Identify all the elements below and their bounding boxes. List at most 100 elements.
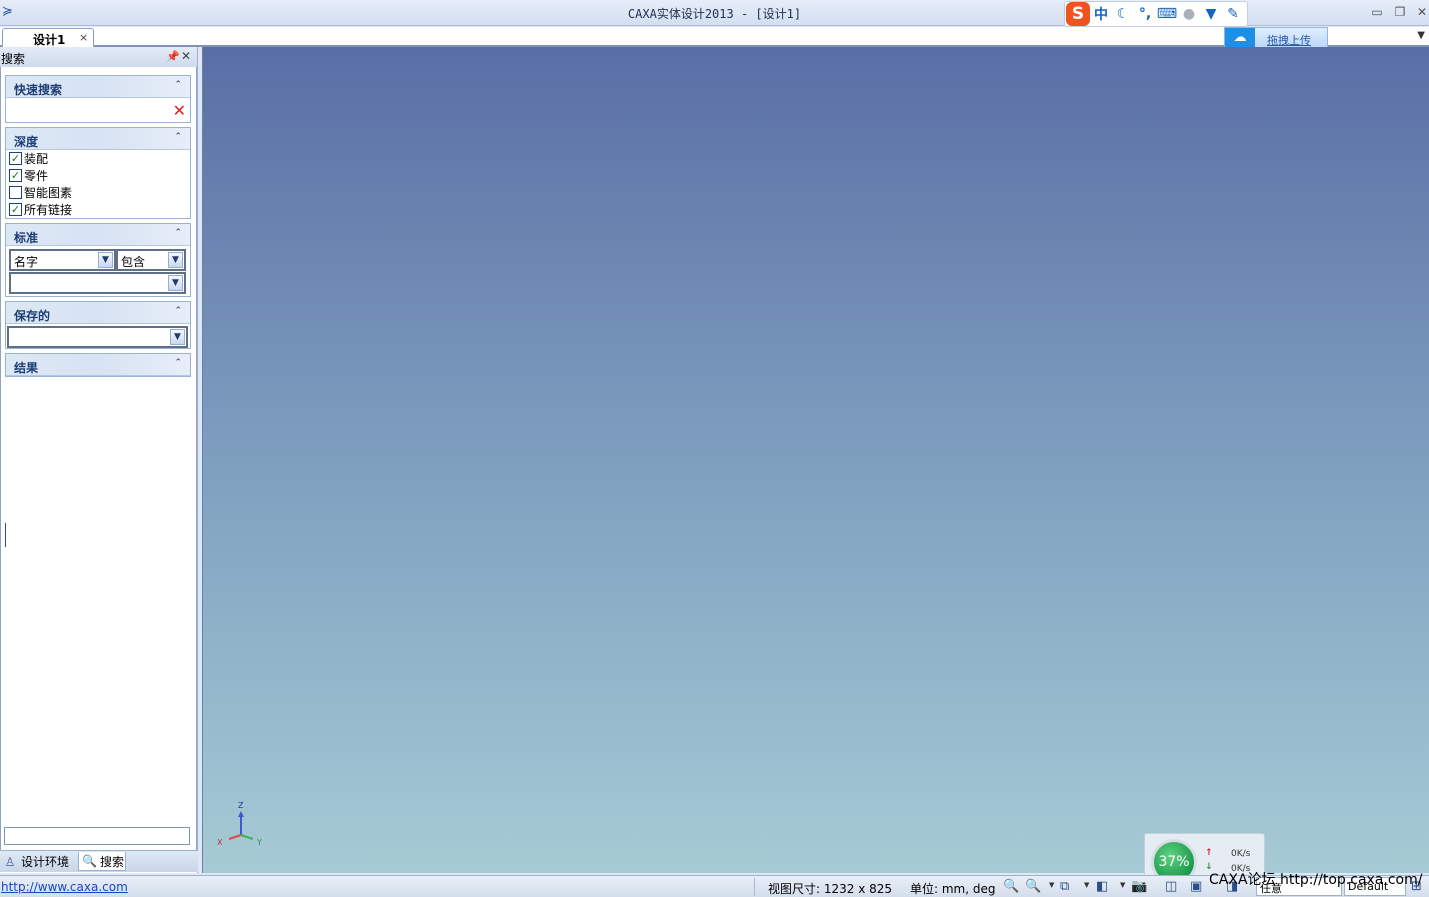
checkbox-checked[interactable]: ✓ (9, 203, 22, 216)
x-axis-line (228, 834, 242, 840)
close-button[interactable]: ✕ (1414, 4, 1429, 20)
option-label: 零件 (24, 169, 49, 183)
restore-button[interactable]: ❐ (1392, 4, 1408, 20)
tab-design1[interactable]: 设计1 × (2, 28, 94, 47)
tab-label: 搜索 (100, 854, 125, 869)
criteria-value-combo[interactable]: ▼ (9, 272, 186, 294)
x-axis-label: X (217, 838, 223, 847)
results-header[interactable]: 结果 ⌃ (6, 354, 190, 376)
field-select-value: 名字 (14, 255, 39, 269)
tab-list-dropdown-icon[interactable]: ▼ (1417, 30, 1425, 41)
user-icon[interactable]: ● (1178, 6, 1200, 22)
chevron-down-icon[interactable]: ▼ (168, 252, 183, 268)
search-icon: 🔍 (82, 854, 97, 868)
design-env-icon: ♙ (4, 854, 16, 869)
chevron-down-icon[interactable]: ▼ (1049, 881, 1054, 889)
depth-group: 深度 ⌃ ✓ 装配 ✓ 零件 智能图素 ✓ 所有链接 (5, 127, 191, 219)
zoom-fit-icon[interactable]: 🔍 (1003, 879, 1019, 894)
checkbox-checked[interactable]: ✓ (9, 152, 22, 165)
group-title: 快速搜索 (14, 83, 63, 97)
group-title: 标准 (14, 231, 39, 245)
ime-toolbar: S 中 ☾ °, ⌨ ● ▼ ✎ (1064, 1, 1248, 27)
text-cursor (5, 523, 6, 547)
chevron-down-icon[interactable]: ▼ (1084, 881, 1089, 889)
group-title: 保存的 (14, 309, 51, 323)
field-select[interactable]: 名字 ▼ (9, 249, 116, 271)
document-tab-bar: 设计1 × ▼ (0, 27, 1429, 47)
view-orient-icon[interactable]: ⧉ (1060, 879, 1069, 894)
criteria-header[interactable]: 标准 ⌃ (6, 224, 190, 246)
saved-header[interactable]: 保存的 ⌃ (6, 302, 190, 324)
zoom-icon[interactable]: 🔍 (1025, 879, 1041, 894)
collapse-icon[interactable]: ⌃ (174, 306, 182, 316)
sogou-logo-icon[interactable]: S (1066, 2, 1090, 26)
chevron-down-icon[interactable]: ▼ (98, 252, 113, 268)
collapse-icon[interactable]: ⌃ (174, 228, 182, 238)
panel-tab-bar: ♙ 设计环境 🔍 搜索 (0, 850, 198, 872)
minimize-button[interactable]: ▭ (1369, 4, 1385, 20)
option-label: 智能图素 (24, 186, 73, 200)
checkbox-unchecked[interactable] (9, 186, 22, 199)
moon-icon[interactable]: ☾ (1112, 6, 1134, 22)
z-axis-label: Z (238, 801, 244, 810)
render-style-icon[interactable]: ◧ (1096, 879, 1108, 894)
quick-search-header[interactable]: 快速搜索 ⌃ (6, 76, 190, 98)
collapse-icon[interactable]: ⌃ (174, 132, 182, 142)
settings-icon[interactable]: ✎ (1222, 6, 1244, 22)
cube-icon[interactable]: ◫ (1165, 879, 1177, 894)
units-readout: 单位: mm, deg (910, 882, 996, 896)
pin-icon[interactable]: 📌 (166, 50, 180, 63)
chevron-down-icon[interactable]: ▼ (170, 329, 185, 345)
cloud-icon: ☁ (1225, 28, 1255, 48)
quick-search-group: 快速搜索 ⌃ ✕ (5, 75, 191, 123)
panel-title: 搜索 (1, 52, 26, 66)
depth-option-part[interactable]: ✓ 零件 (6, 167, 190, 184)
view-size-readout: 视图尺寸: 1232 x 825 (768, 882, 893, 896)
punctuation-icon[interactable]: °, (1134, 6, 1156, 22)
collapse-icon[interactable]: ⌃ (174, 358, 182, 368)
panel-body: 快速搜索 ⌃ ✕ 深度 ⌃ ✓ 装配 ✓ 零件 智能图素 ✓ 所有链接 标准 ⌃… (0, 67, 197, 851)
search-panel: 搜索 📌 ✕ 快速搜索 ⌃ ✕ 深度 ⌃ ✓ 装配 ✓ 零件 智能图素 ✓ 所有… (0, 47, 198, 873)
operator-select[interactable]: 包含 ▼ (116, 249, 186, 271)
y-axis-label: Y (256, 838, 262, 847)
collapse-icon[interactable]: ⌃ (174, 80, 182, 90)
option-label: 所有链接 (24, 203, 73, 217)
tab-label: 设计1 (33, 33, 66, 47)
website-link[interactable]: http://www.caxa.com (1, 880, 128, 894)
upload-label[interactable]: 拖拽上传 (1267, 32, 1311, 48)
chevron-down-icon[interactable]: ▼ (1120, 881, 1125, 889)
keyboard-icon[interactable]: ⌨ (1156, 6, 1178, 22)
status-divider (754, 878, 755, 896)
operator-select-value: 包含 (121, 255, 146, 269)
clear-search-icon[interactable]: ✕ (173, 103, 186, 119)
tab-label: 设计环境 (21, 855, 70, 869)
upload-rate: 0K/s (1231, 849, 1251, 859)
quick-search-input[interactable] (8, 101, 168, 119)
checkbox-checked[interactable]: ✓ (9, 169, 22, 182)
option-label: 装配 (24, 152, 49, 166)
skin-icon[interactable]: ▼ (1200, 6, 1222, 22)
depth-header[interactable]: 深度 ⌃ (6, 128, 190, 150)
z-axis-arrow (238, 811, 244, 817)
depth-option-all-links[interactable]: ✓ 所有链接 (6, 201, 190, 218)
ime-mode-toggle[interactable]: 中 (1090, 4, 1112, 24)
depth-option-assembly[interactable]: ✓ 装配 (6, 150, 190, 167)
display-mode-icon[interactable]: ▣ (1190, 879, 1202, 894)
camera-icon[interactable]: 📷 (1131, 879, 1147, 894)
tab-design-environment[interactable]: ♙ 设计环境 (0, 852, 76, 871)
tab-search[interactable]: 🔍 搜索 (78, 852, 126, 871)
criteria-group: 标准 ⌃ 名字 ▼ 包含 ▼ ▼ (5, 223, 191, 297)
chevron-down-icon[interactable]: ▼ (168, 275, 183, 291)
results-filter-input[interactable] (4, 827, 190, 845)
panel-close-icon[interactable]: ✕ (181, 49, 191, 63)
tab-close-icon[interactable]: × (79, 31, 88, 44)
group-title: 结果 (14, 361, 39, 375)
axis-triad: Z X Y (217, 801, 262, 847)
design-viewport[interactable]: Z X Y (202, 47, 1429, 873)
saved-search-select[interactable]: ▼ (7, 326, 188, 348)
panel-header: 搜索 📌 ✕ (0, 47, 197, 67)
drag-upload-widget[interactable]: ☁ 拖拽上传 (1224, 27, 1328, 49)
saved-group: 保存的 ⌃ ▼ (5, 301, 191, 349)
depth-option-smart-element[interactable]: 智能图素 (6, 184, 190, 201)
group-title: 深度 (14, 135, 39, 149)
